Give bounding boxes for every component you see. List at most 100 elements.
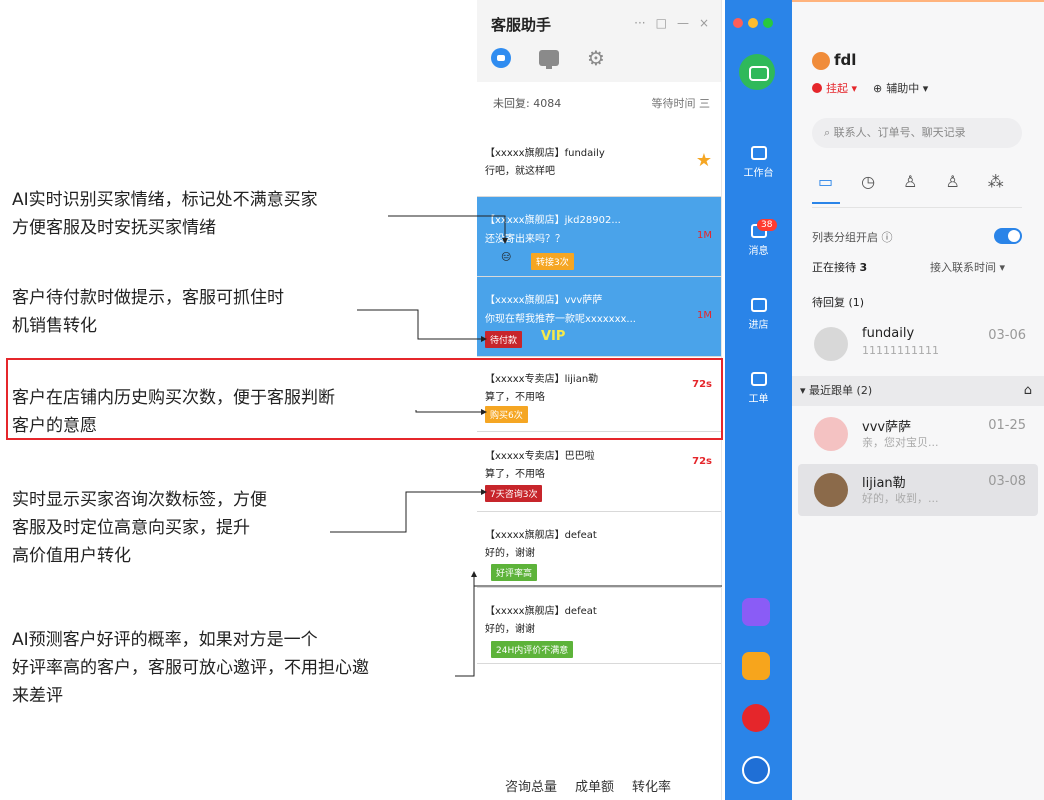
session-message: 你现在帮我推荐一款呢xxxxxxx... (485, 314, 636, 325)
unreplied-bar: 未回复: 4084 等待时间 三 (477, 82, 721, 120)
tab-history-icon[interactable]: ◷ (861, 172, 875, 191)
session-item[interactable]: 【xxxxx旗舰店】fundaily 行吧，就这样吧 ★ (477, 120, 721, 197)
session-time: 1M (697, 310, 712, 321)
session-item[interactable]: 【xxxxx旗舰店】vvv萨萨 你现在帮我推荐一款呢xxxxxxx... 1M … (477, 277, 721, 357)
session-shop: 【xxxxx旗舰店】vvv萨萨 (485, 295, 603, 306)
assist-dropdown[interactable]: 辅助中 ▾ (886, 80, 928, 96)
vip-badge: VIP (541, 329, 566, 344)
contact-date: 01-25 (988, 418, 1026, 433)
receiving-row: 正在接待 3 (812, 259, 867, 275)
consult-count-tag: 7天咨询3次 (485, 485, 543, 502)
search-placeholder: 联系人、订单号、聊天记录 (833, 126, 966, 139)
close-icon[interactable]: × (699, 16, 709, 30)
session-message: 还没寄出来吗？？ (485, 234, 565, 245)
contact-item-selected[interactable]: lijian勒 好的，收到，... 03-08 (798, 464, 1038, 516)
sort-dropdown[interactable]: 接入联系时间 ▾ (930, 259, 1005, 275)
annotation-line: 客户待付款时做提示，客服可抓住时 (12, 288, 284, 308)
assistant-icon[interactable] (491, 48, 511, 68)
nav-store[interactable]: 进店 (725, 298, 792, 331)
minimize-icon[interactable]: — (677, 16, 689, 30)
chat-list-panel: fdl 挂起 ▾ ⊕ 辅助中 ▾ ⌕ 联系人、订单号、聊天记录 ▭ ◷ ♙ ♙ … (792, 0, 1044, 800)
contact-name: vvv萨萨 (862, 420, 912, 435)
more-icon[interactable]: ··· (634, 16, 645, 30)
annotation-line: AI预测客户好评的概率，如果对方是一个 (12, 630, 318, 650)
session-item[interactable]: 【xxxxx旗舰店】defeat 好的，谢谢 24H内评价不满意 (477, 588, 721, 664)
group-toggle[interactable] (994, 228, 1022, 244)
maximize-icon[interactable]: □ (656, 16, 667, 30)
assist-icon: ⊕ (873, 81, 883, 95)
session-message: 行吧，就这样吧 (485, 166, 555, 177)
close-dot[interactable] (733, 18, 743, 28)
nav-message[interactable]: 38 消息 (725, 219, 792, 257)
contact-date: 03-06 (988, 328, 1026, 343)
session-time: 1M (697, 230, 712, 241)
clear-icon[interactable]: ⌂ (1024, 376, 1032, 406)
status-label: 挂起 (826, 82, 848, 95)
tab-chat-icon[interactable]: ▭ (818, 172, 833, 191)
avatar[interactable] (812, 52, 830, 70)
assistant-header: 客服助手 ··· □ — × ⚙ (477, 0, 721, 82)
recent-label: 最近跟单 (2) (809, 384, 873, 397)
notes-app-icon[interactable] (742, 598, 770, 626)
status-dropdown[interactable]: 挂起 ▾ (826, 80, 857, 96)
user-name: fdl (834, 51, 857, 69)
workbench-icon (750, 146, 767, 160)
tab-active-indicator (812, 202, 840, 204)
assistant-toolbar: ⚙ (491, 48, 605, 69)
assist-label: 辅助中 (886, 82, 920, 95)
tab-org-icon[interactable]: ⁂ (988, 172, 1004, 191)
annotation-line: 方便客服及时安抚买家情绪 (12, 218, 216, 238)
status-row: 挂起 ▾ ⊕ 辅助中 ▾ (812, 80, 928, 96)
annotation-line: 好评率高的客户，客服可放心邀评，不用担心邀 (12, 658, 369, 678)
annotation-line: AI实时识别买家情绪，标记处不满意买家 (12, 190, 318, 210)
taobao-app-icon[interactable] (742, 756, 770, 784)
star-icon[interactable]: ★ (696, 150, 712, 171)
zoom-dot[interactable] (763, 18, 773, 28)
red-app-icon[interactable] (742, 704, 770, 732)
receiving-count: 3 (859, 261, 868, 274)
nav-workbench[interactable]: 工作台 (725, 146, 792, 179)
highlight-box (6, 358, 723, 440)
session-message: 好的，谢谢 (485, 624, 535, 635)
coupon-app-icon[interactable] (742, 652, 770, 680)
nav-label: 进店 (748, 320, 769, 331)
tab-group-icon[interactable]: ♙ (945, 172, 959, 191)
contact-name: lijian勒 (862, 476, 906, 491)
nav-label: 消息 (748, 246, 769, 257)
store-icon (750, 298, 767, 312)
traffic-lights (733, 18, 773, 28)
sort-by-wait-time[interactable]: 等待时间 三 (652, 95, 711, 111)
session-item[interactable]: 【xxxxx旗舰店】defeat 好的，谢谢 好评率高 (477, 512, 721, 588)
avatar (814, 327, 848, 361)
annotation-line: 客服及时定位高意向买家，提升 (12, 518, 250, 538)
session-shop: 【xxxxx专卖店】巴巴啦 (485, 451, 595, 462)
window-controls: ··· □ — × (634, 16, 709, 30)
session-item[interactable]: 【xxxxx专卖店】巴巴啦 算了，不用咯 72s 7天咨询3次 (477, 432, 721, 512)
session-shop: 【xxxxx旗舰店】defeat (485, 530, 597, 541)
search-icon: ⌕ (824, 126, 834, 139)
monitor-icon[interactable] (539, 50, 559, 69)
contact-item[interactable]: fundaily 11111111111 03-06 (798, 318, 1038, 370)
robot-icon[interactable] (739, 54, 775, 90)
pending-group[interactable]: 待回复 (1) (812, 294, 864, 310)
pending-payment-tag: 待付款 (485, 331, 523, 348)
status-dot-icon (812, 83, 822, 93)
divider (812, 207, 1022, 208)
gear-icon[interactable]: ⚙ (587, 48, 605, 68)
stat-label: 成单额 (575, 780, 615, 795)
nav-ticket[interactable]: 工单 (725, 372, 792, 405)
session-item[interactable]: 【xxxxx旗舰店】jkd28902... 还没寄出来吗？？ 1M 😑 转接3次 (477, 197, 721, 277)
annotation-consult: 实时显示买家咨询次数标签，方便 客服及时定位高意向买家，提升 高价值用户转化 (12, 486, 267, 570)
avatar (814, 417, 848, 451)
session-time: 72s (692, 456, 712, 467)
stat-label: 咨询总量 (505, 780, 558, 795)
unhappy-emoji-icon: 😑 (501, 252, 512, 263)
contact-preview: 好的，收到，... (862, 492, 939, 505)
minimize-dot[interactable] (748, 18, 758, 28)
search-input[interactable]: ⌕ 联系人、订单号、聊天记录 (812, 118, 1022, 148)
contact-date: 03-08 (988, 474, 1026, 489)
contact-item[interactable]: vvv萨萨 亲，您对宝贝... 01-25 (798, 408, 1038, 460)
recent-group[interactable]: ▾ 最近跟单 (2) ⌂ (792, 376, 1044, 406)
annotation-pay: 客户待付款时做提示，客服可抓住时 机销售转化 (12, 284, 284, 340)
tab-person-icon[interactable]: ♙ (903, 172, 917, 191)
